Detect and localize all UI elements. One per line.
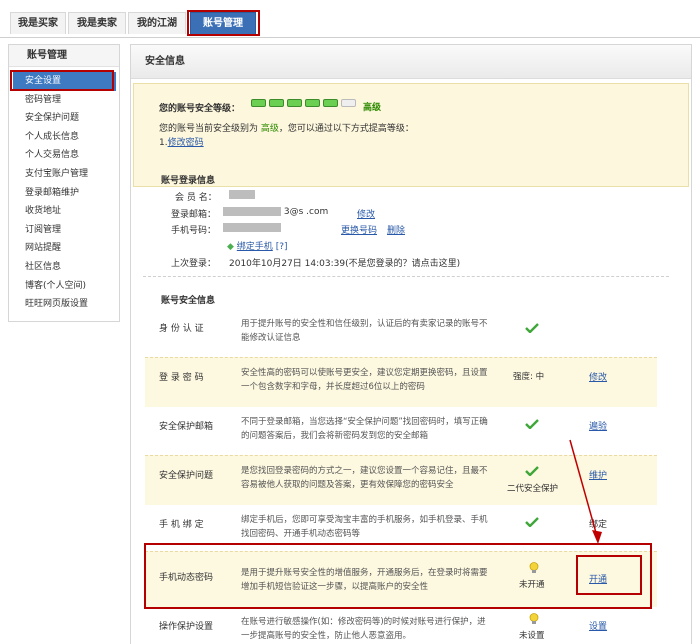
set-operation-protect-link[interactable]: 设置 xyxy=(589,619,607,632)
level-desc-value: 高级 xyxy=(260,124,279,134)
level-bar xyxy=(287,99,302,107)
email-modify-link[interactable]: 修改 xyxy=(357,207,375,220)
security-level-desc: 您的账号当前安全级别为 高级，您可以通过以下方式提高等级： xyxy=(159,121,414,134)
last-login-label: 上次登录： xyxy=(171,259,217,269)
sidebar-item-blog[interactable]: 博客(个人空间) xyxy=(9,277,119,296)
phone-label: 手机号码： xyxy=(171,226,217,236)
security-row-password: 登 录 密 码 安全性高的密码可以使账号更安全，建议您定期更换密码，且设置一个包… xyxy=(145,357,657,407)
divider xyxy=(143,276,669,277)
sidebar-title: 账号管理 xyxy=(9,45,119,67)
login-email-text: 3@s .com xyxy=(283,207,329,217)
level-desc-prefix: 您的账号当前安全级别为 xyxy=(159,124,259,134)
login-info-heading: 账号登录信息 xyxy=(161,176,216,186)
security-row-name: 安全保护邮箱 xyxy=(159,422,214,432)
bind-phone-action[interactable]: 绑定 xyxy=(589,517,607,530)
level-bar-empty xyxy=(341,99,356,107)
operation-protect-status: 未设置 xyxy=(519,631,545,641)
modify-password-link[interactable]: 修改 xyxy=(589,370,607,383)
security-row-name: 安全保护问题 xyxy=(159,471,214,481)
tab-buyer[interactable]: 我是买家 xyxy=(10,12,66,34)
bind-phone-row: ◆ 绑定手机 [?] xyxy=(227,239,288,252)
security-row-name: 操作保护设置 xyxy=(159,622,214,632)
security-level-box xyxy=(133,83,689,187)
enable-action-highlight-box xyxy=(576,555,642,595)
security-row-name: 身 份 认 证 xyxy=(159,324,204,334)
sidebar-item-security-question[interactable]: 安全保护问题 xyxy=(9,109,119,128)
security-row-operation-protect: 操作保护设置 在账号进行敏感操作(如：修改密码等)的时候对账号进行保护，进一步提… xyxy=(145,607,657,644)
maintain-question-link[interactable]: 维护 xyxy=(589,468,607,481)
security-level-value: 高级 xyxy=(363,103,382,113)
check-icon xyxy=(525,323,539,333)
masked-text xyxy=(229,190,255,199)
security-row-question: 安全保护问题 是您找回登录密码的方式之一，建议您设置一个容易记住，且最不容易被他… xyxy=(145,455,657,505)
check-icon xyxy=(525,419,539,429)
sidebar-item-wangwang[interactable]: 旺旺网页版设置 xyxy=(9,295,119,314)
phone-value xyxy=(223,223,281,233)
sidebar-item-address[interactable]: 收货地址 xyxy=(9,202,119,221)
bind-phone-link[interactable]: 绑定手机 xyxy=(237,242,273,252)
masked-text xyxy=(223,223,281,232)
level-step: 1.修改密码 xyxy=(159,135,204,148)
login-email-value: 3@s .com xyxy=(223,207,328,217)
sidebar-item-trade-info[interactable]: 个人交易信息 xyxy=(9,146,119,165)
sidebar-item-password[interactable]: 密码管理 xyxy=(9,91,119,110)
top-tab-bar: 我是买家 我是卖家 我的江湖 账号管理 xyxy=(0,0,700,38)
sidebar-item-alipay[interactable]: 支付宝账户管理 xyxy=(9,165,119,184)
security-row-identity: 身 份 认 证 用于提升账号的安全性和信任级别，认证后的有卖家记录的账号不能修改… xyxy=(145,311,657,357)
verify-safe-email-link[interactable]: 遍验 xyxy=(589,419,607,432)
level-step-prefix: 1. xyxy=(159,138,168,148)
check-icon xyxy=(525,466,539,476)
sidebar-item-subscription[interactable]: 订阅管理 xyxy=(9,221,119,240)
tab-seller[interactable]: 我是卖家 xyxy=(68,12,126,34)
last-login-value[interactable]: 2010年10月27日 14:03:39(不是您登录的？请点击这里) xyxy=(229,256,460,269)
security-row-name: 登 录 密 码 xyxy=(159,373,204,383)
member-name-value xyxy=(229,190,255,200)
security-info-heading: 账号安全信息 xyxy=(161,296,216,306)
delete-phone-link[interactable]: 删除 xyxy=(387,223,405,236)
security-row-desc: 在账号进行敏感操作(如：修改密码等)的时候对账号进行保护，进一步提高账号的安全性… xyxy=(241,617,486,641)
security-level-label: 您的账号安全等级： xyxy=(159,104,241,114)
sidebar-item-login-email[interactable]: 登录邮箱维护 xyxy=(9,184,119,203)
sidebar-item-community[interactable]: 社区信息 xyxy=(9,258,119,277)
security-row-name: 手 机 绑 定 xyxy=(159,520,204,530)
login-email-label: 登录邮箱： xyxy=(171,210,217,220)
tab-highlight-box xyxy=(187,10,260,36)
level-bar xyxy=(251,99,266,107)
sidebar-highlight-box xyxy=(10,70,114,91)
password-strength: 强度: 中 xyxy=(513,372,545,382)
level-bar xyxy=(269,99,284,107)
security-row-desc: 安全性高的密码可以使账号更安全，建议您定期更换密码，且设置一个包含数字和字母，并… xyxy=(241,368,488,392)
security-row-desc: 不同于登录邮箱，当您选择“安全保护问题”找回密码时，填写正确的问题答案后，我们会… xyxy=(241,417,488,441)
security-row-desc: 是您找回登录密码的方式之一，建议您设置一个容易记住，且最不容易被他人获取的问题及… xyxy=(241,466,488,490)
security-row-desc: 绑定手机后，您即可享受淘宝丰富的手机服务，如手机登录、手机找回密码、开通手机动态… xyxy=(241,515,488,539)
sidebar-item-reminder[interactable]: 网站提醒 xyxy=(9,239,119,258)
lightbulb-icon xyxy=(529,613,539,625)
masked-text xyxy=(223,207,281,216)
security-row-safe-email: 安全保护邮箱 不同于登录邮箱，当您选择“安全保护问题”找回密码时，填写正确的问题… xyxy=(145,407,657,455)
change-password-link[interactable]: 修改密码 xyxy=(168,138,204,148)
sidebar-menu: 安全设置 密码管理 安全保护问题 个人成长信息 个人交易信息 支付宝账户管理 登… xyxy=(9,72,119,314)
level-bar xyxy=(305,99,320,107)
bind-phone-icon: ◆ xyxy=(227,242,234,252)
change-phone-link[interactable]: 更换号码 xyxy=(341,223,377,236)
security-row-desc: 用于提升账号的安全性和信任级别，认证后的有卖家记录的账号不能修改认证信息 xyxy=(241,319,488,343)
sidebar-item-growth-info[interactable]: 个人成长信息 xyxy=(9,128,119,147)
level-bar xyxy=(323,99,338,107)
bind-phone-help[interactable]: [?] xyxy=(276,242,288,252)
tab-my-jianghu[interactable]: 我的江湖 xyxy=(128,12,186,34)
level-desc-suffix: ，您可以通过以下方式提高等级： xyxy=(278,124,414,134)
check-icon xyxy=(525,517,539,527)
member-name-label: 会 员 名： xyxy=(175,193,217,203)
question-status: 二代安全保护 xyxy=(507,484,559,494)
panel-title: 安全信息 xyxy=(131,45,691,79)
